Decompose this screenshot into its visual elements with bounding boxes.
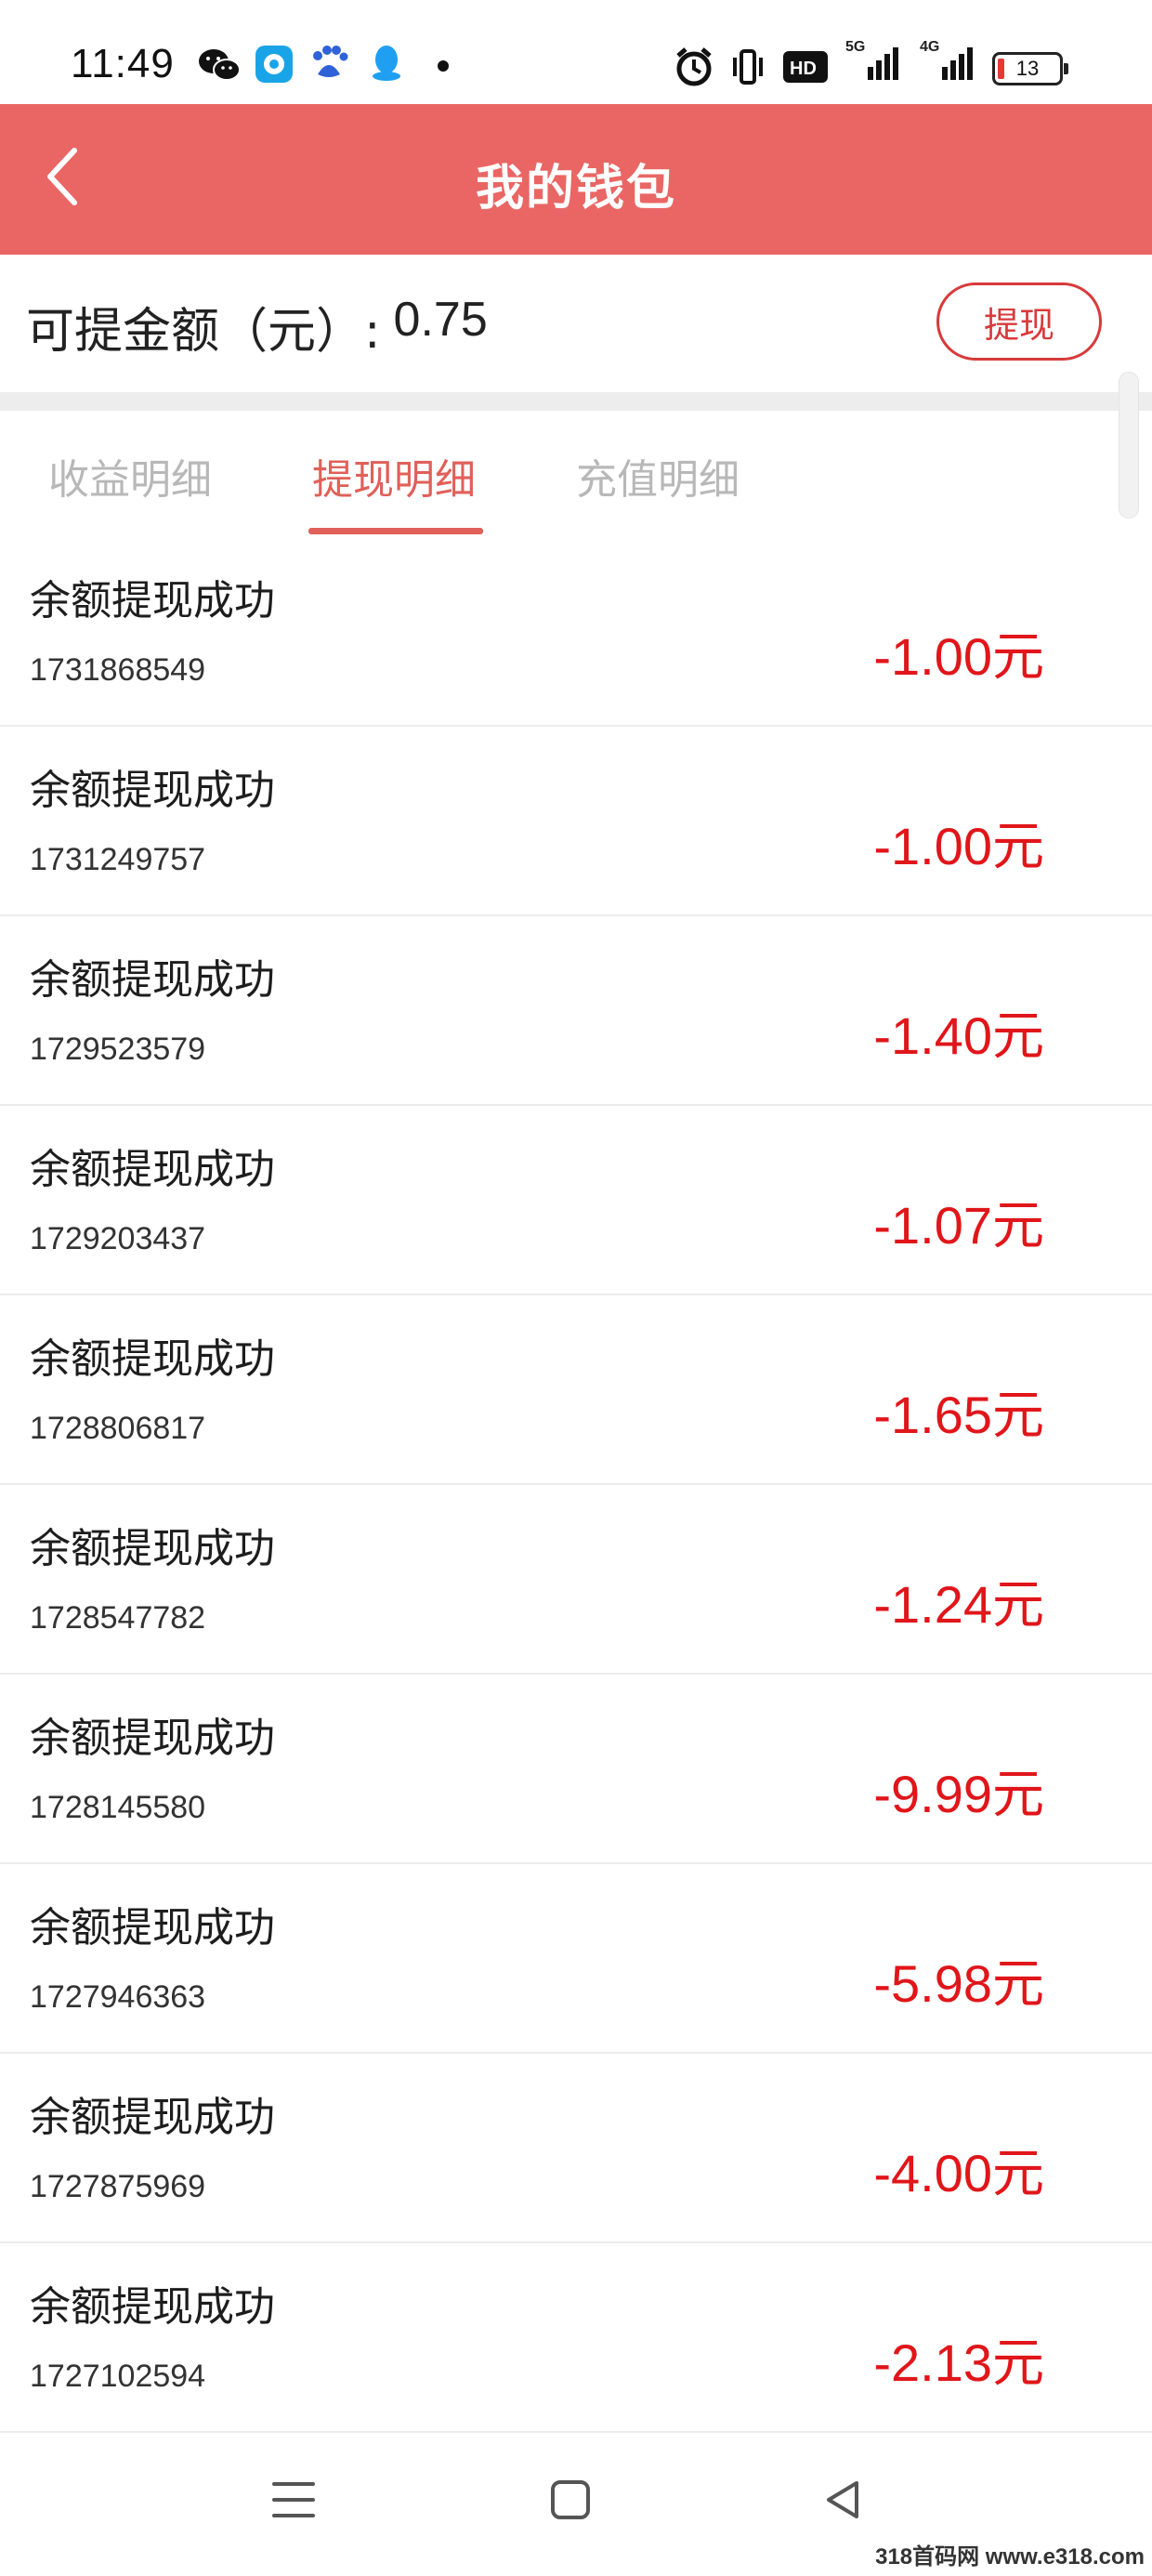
active-tab-indicator [308,528,483,534]
status-time: 11:49 [71,41,175,86]
list-item[interactable]: 余额提现成功 1729523579 -1.40元 [0,916,1152,1106]
amount-value: -1.00 [873,817,992,875]
system-nav-bar: 318首码网 www.e318.com [0,2435,1152,2576]
amount-value: -2.13 [873,2333,992,2392]
vibrate-icon [730,48,766,85]
list-item[interactable]: 余额提现成功 1727875969 -4.00元 [0,2054,1152,2243]
list-item[interactable]: 余额提现成功 1728547782 -1.24元 [0,1485,1152,1675]
signal-5g-icon: 5G [845,39,901,84]
record-id: 1731249757 [30,842,206,877]
wechat-icon [197,46,242,84]
dot-icon [437,59,450,72]
balance-label: 可提金额（元）: [26,304,381,360]
record-id: 1727102594 [30,2359,206,2394]
record-id: 1727946363 [30,1979,206,2015]
record-title: 余额提现成功 [30,767,275,814]
list-item[interactable]: 余额提现成功 1729203437 -1.07元 [0,1106,1152,1295]
battery-level: 13 [1015,57,1040,80]
amount-value: -9.99 [873,1765,992,1823]
amount-unit: 元 [992,627,1044,688]
home-button[interactable] [533,2463,608,2537]
record-id: 1729203437 [30,1221,206,1256]
amount-value: -1.24 [873,1575,992,1634]
tab-income-details[interactable]: 收益明细 [48,446,212,506]
record-id: 1729523579 [30,1032,206,1067]
withdraw-record-list: 余额提现成功 1731868549 -1.00元 余额提现成功 17312497… [0,537,1152,2433]
record-id: 1727875969 [30,2169,206,2204]
amount-unit: 元 [992,1765,1044,1825]
page-title: 我的钱包 [475,161,676,217]
record-amount: -1.65元 [873,1373,1044,1449]
menu-icon [272,2482,315,2517]
amount-value: -4.00 [873,2144,992,2202]
list-item[interactable]: 余额提现成功 1731249757 -1.00元 [0,727,1152,916]
tab-withdraw-details[interactable]: 提现明细 [312,446,476,506]
app-icon [255,45,294,84]
tab-recharge-details[interactable]: 充值明细 [576,446,740,506]
amount-unit: 元 [992,2144,1044,2204]
svg-text:HD: HD [790,59,817,79]
record-amount: -1.00元 [873,805,1044,880]
list-item[interactable]: 余额提现成功 1728806817 -1.65元 [0,1295,1152,1485]
list-item[interactable]: 余额提现成功 1727946363 -5.98元 [0,1864,1152,2054]
amount-unit: 元 [992,817,1044,877]
amount-value: -1.40 [873,1006,992,1065]
record-title: 余额提现成功 [30,2094,275,2141]
amount-unit: 元 [992,1196,1044,1256]
qq-icon [368,43,405,84]
record-title: 余额提现成功 [30,577,275,624]
record-title: 余额提现成功 [30,1335,275,1383]
record-amount: -1.24元 [873,1563,1044,1638]
record-amount: -1.00元 [873,615,1044,690]
amount-unit: 元 [992,1954,1044,2015]
record-title: 余额提现成功 [30,956,275,1004]
amount-unit: 元 [992,1386,1044,1446]
record-title: 余额提现成功 [30,1146,275,1193]
home-icon [551,2480,590,2519]
tab-bar: 收益明细 提现明细 充值明细 [0,411,1152,537]
amount-value: -1.00 [873,627,992,686]
record-amount: -9.99元 [873,1753,1044,1828]
back-nav-button[interactable] [806,2463,881,2537]
list-item[interactable]: 余额提现成功 1727102594 -2.13元 [0,2243,1152,2433]
amount-unit: 元 [992,1575,1044,1636]
battery-icon: 13 [992,52,1068,85]
amount-value: -1.07 [873,1196,992,1255]
balance-section: 可提金额（元）: 0.75 提现 [0,255,1152,392]
record-amount: -2.13元 [873,2321,1044,2397]
record-title: 余额提现成功 [30,2283,275,2331]
scrollbar[interactable] [1119,372,1139,519]
signal-4g-icon: 4G [920,39,975,84]
amount-unit: 元 [992,2333,1044,2394]
app-header: 我的钱包 [0,104,1152,255]
amount-value: -5.98 [873,1954,992,2013]
record-amount: -1.07元 [873,1184,1044,1259]
list-item[interactable]: 余额提现成功 1728145580 -9.99元 [0,1675,1152,1864]
record-id: 1731868549 [30,652,206,688]
back-triangle-icon [827,2481,858,2518]
record-amount: -4.00元 [873,2132,1044,2207]
section-divider [0,392,1152,411]
record-id: 1728806817 [30,1411,206,1446]
record-amount: -1.40元 [873,994,1044,1070]
record-title: 余额提现成功 [30,1525,275,1572]
withdraw-button[interactable]: 提现 [936,283,1102,361]
list-item[interactable]: 余额提现成功 1731868549 -1.00元 [0,537,1152,727]
record-id: 1728145580 [30,1790,206,1825]
hd-icon: HD [782,50,829,84]
record-title: 余额提现成功 [30,1715,275,1762]
menu-button[interactable] [256,2463,331,2537]
record-amount: -5.98元 [873,1942,1044,2017]
record-id: 1728547782 [30,1600,206,1636]
status-bar: 11:49 HD 5G 4G 13 [0,0,1152,104]
balance-value: 0.75 [393,293,488,347]
amount-value: -1.65 [873,1386,992,1444]
balance-text: 可提金额（元）: 0.75 [26,292,488,361]
alarm-icon [674,46,713,87]
baidu-icon [308,43,349,84]
record-title: 余额提现成功 [30,1904,275,1952]
amount-unit: 元 [992,1006,1044,1067]
watermark: 318首码网 www.e318.com [875,2544,1145,2569]
